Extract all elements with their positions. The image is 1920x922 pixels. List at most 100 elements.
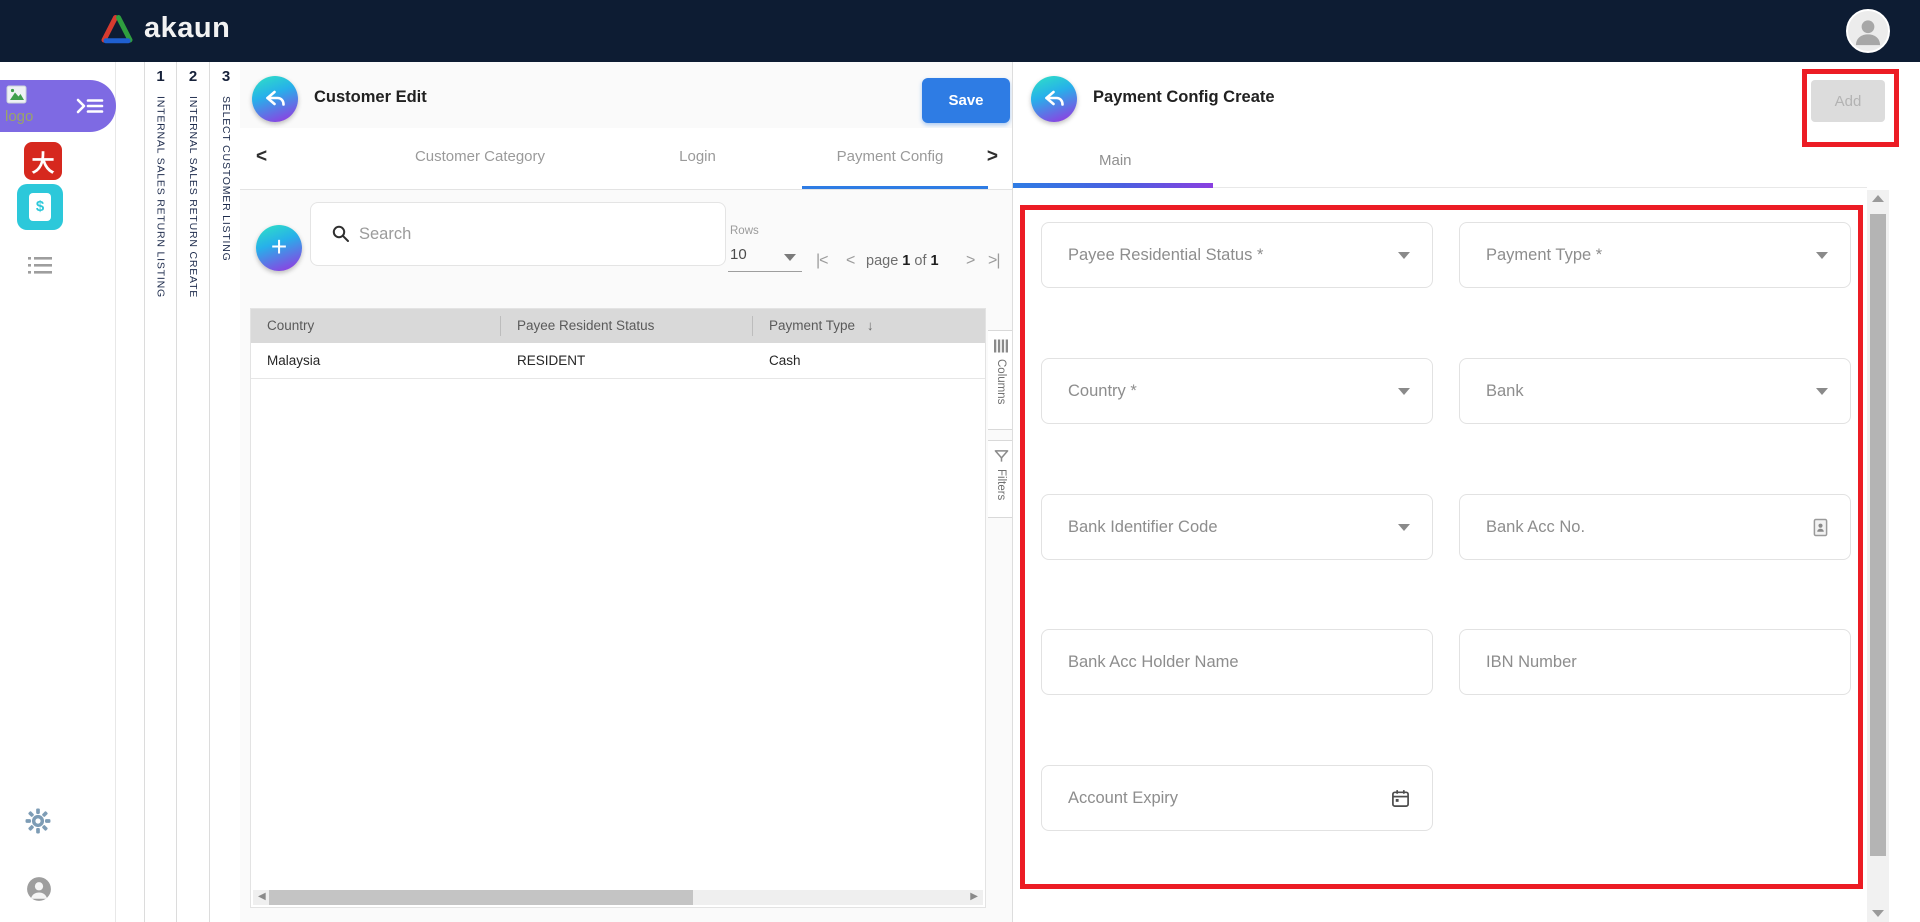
dropdown-caret-icon[interactable] [1398,524,1410,531]
person-icon [1851,14,1885,48]
back-button[interactable] [1031,76,1077,122]
field-country[interactable]: Country * [1041,358,1433,424]
contact-card-icon[interactable] [1813,518,1828,537]
search-icon [331,224,351,244]
list-menu-icon[interactable] [28,256,52,280]
user-avatar[interactable] [1846,9,1890,53]
sort-descending-icon[interactable]: ↓ [867,318,874,333]
filters-side-tab[interactable]: Filters [988,440,1015,518]
payment-config-table: Country Payee Resident Status Payment Ty… [250,308,986,908]
dropdown-caret-icon[interactable] [1398,388,1410,395]
dropdown-caret-icon[interactable] [1816,252,1828,259]
pagination-next-icon[interactable]: > [966,252,974,270]
tab-scroll-left-icon[interactable]: < [256,146,267,168]
tab-payment-config[interactable]: Payment Config [785,148,995,165]
vertical-scrollbar[interactable] [1867,190,1889,922]
app-sidebar: logo 大 $ [0,62,116,922]
rows-per-page-value[interactable]: 10 [730,246,747,263]
add-record-button[interactable]: + [256,225,302,271]
column-header-payment-type[interactable]: Payment Type ↓ [753,309,983,343]
scroll-right-arrow-icon[interactable]: ▶ [970,891,978,902]
filters-tab-label: Filters [995,469,1007,500]
scroll-down-arrow-icon[interactable] [1872,910,1884,917]
pagination-last-icon[interactable]: >| [988,252,1000,270]
pagination-first-icon[interactable]: |< [816,252,828,270]
rows-per-page-label: Rows [730,225,759,237]
filter-funnel-icon [994,449,1009,463]
menu-expand-icon[interactable] [76,97,104,120]
app-window: akaun logo [0,0,1920,922]
workflow-steps-strip: 1 INTERNAL SALES RETURN LISTING 2 INTERN… [116,62,240,922]
step-label: INTERNAL SALES RETURN LISTING [155,96,167,298]
payment-config-create-panel: Payment Config Create Add Main Payee Res… [1012,62,1888,922]
top-navbar: akaun [0,0,1920,62]
table-header-row: Country Payee Resident Status Payment Ty… [251,309,985,343]
step-column-3[interactable]: 3 SELECT CUSTOMER LISTING [210,62,243,922]
table-row[interactable]: Malaysia RESIDENT Cash [251,343,985,379]
field-payee-residential-status[interactable]: Payee Residential Status * [1041,222,1433,288]
dropdown-caret-icon[interactable] [1398,252,1410,259]
pagination-prev-icon[interactable]: < [846,252,854,270]
search-input[interactable] [359,225,679,244]
app-red-glyph: 大 [32,144,55,178]
step-number: 1 [145,68,176,85]
scroll-left-arrow-icon[interactable]: ◀ [258,891,266,902]
page-word: page [866,253,898,269]
page-current: 1 [902,253,910,269]
column-header-payee-resident-status[interactable]: Payee Resident Status [501,309,753,343]
active-tab-underline [802,186,988,189]
field-bank-identifier-code[interactable]: Bank Identifier Code [1041,494,1433,560]
field-bank-acc-holder-name[interactable]: Bank Acc Holder Name [1041,629,1433,695]
akaun-triangle-icon [100,14,134,44]
page-title: Customer Edit [314,88,427,107]
search-box [310,202,726,266]
columns-icon [994,339,1008,353]
brand-logo: akaun [100,12,230,45]
step-column-1[interactable]: 1 INTERNAL SALES RETURN LISTING [144,62,177,922]
invoice-doc-icon: $ [29,193,51,221]
field-bank-acc-no[interactable]: Bank Acc No. [1459,494,1851,560]
tab-login[interactable]: Login [640,148,755,165]
cell-payee-resident-status: RESIDENT [501,343,753,378]
add-button[interactable]: Add [1811,80,1885,122]
dropdown-caret-icon[interactable] [1816,388,1828,395]
sidebar-logo-pill[interactable]: logo [0,80,116,132]
settings-gear-icon[interactable] [25,808,51,839]
step-label: INTERNAL SALES RETURN CREATE [187,96,199,298]
save-button[interactable]: Save [922,78,1010,123]
tab-main[interactable]: Main [1099,152,1132,169]
sidebar-app-billing-icon[interactable]: $ [17,184,63,230]
columns-side-tab[interactable]: Columns [988,330,1015,430]
horizontal-scrollbar[interactable]: ◀ ▶ [253,890,983,905]
step-label: SELECT CUSTOMER LISTING [220,96,232,262]
vertical-scroll-thumb[interactable] [1870,214,1886,856]
sidebar-app-red-icon[interactable]: 大 [24,142,62,180]
rows-select-underline [728,271,802,272]
dollar-glyph: $ [29,198,51,215]
step-column-2[interactable]: 2 INTERNAL SALES RETURN CREATE [177,62,210,922]
scroll-up-arrow-icon[interactable] [1872,195,1884,202]
field-account-expiry[interactable]: Account Expiry [1041,765,1433,831]
field-bank[interactable]: Bank [1459,358,1851,424]
customer-edit-panel: Customer Edit Save < > Customer Category… [240,62,1012,922]
column-header-country[interactable]: Country [251,309,501,343]
broken-image-icon [6,85,28,110]
active-tab-underline [1013,183,1213,188]
customer-edit-tabstrip: < > Customer Category Login Payment Conf… [240,128,1012,190]
calendar-icon[interactable] [1391,789,1410,808]
pagination-status: page 1 of 1 [866,253,939,269]
tab-customer-category[interactable]: Customer Category [320,148,640,165]
profile-person-icon[interactable] [26,876,52,907]
page-title: Payment Config Create [1093,88,1275,107]
cell-payment-type: Cash [753,343,983,378]
field-ibn-number[interactable]: IBN Number [1459,629,1851,695]
field-payment-type[interactable]: Payment Type * [1459,222,1851,288]
columns-tab-label: Columns [995,359,1007,404]
rows-caret-icon[interactable] [784,254,796,261]
back-arrow-icon [1041,86,1067,112]
step-number: 3 [210,68,242,85]
horizontal-scroll-thumb[interactable] [269,890,693,905]
sidebar-logo-label: logo [5,108,33,125]
of-word: of [914,253,926,269]
back-button[interactable] [252,76,298,122]
